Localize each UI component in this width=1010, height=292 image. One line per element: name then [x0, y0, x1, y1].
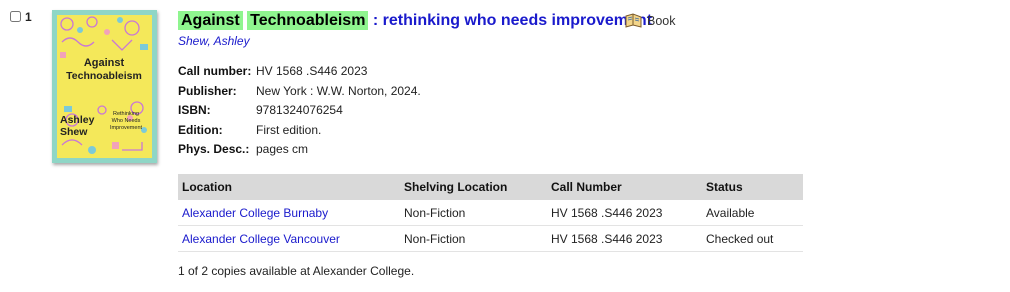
detail-edition: Edition: First edition. — [178, 121, 421, 141]
table-row: Alexander College Vancouver Non-Fiction … — [178, 225, 803, 252]
shelving-location-cell: Non-Fiction — [400, 225, 547, 252]
holdings-header-row: Location Shelving Location Call Number S… — [178, 174, 803, 200]
format-label: Book — [647, 14, 676, 28]
select-result-checkbox[interactable] — [10, 11, 21, 22]
title-highlight-word-1[interactable]: Against — [178, 11, 243, 30]
location-cell: Alexander College Vancouver — [178, 225, 400, 252]
author-link[interactable]: Shew, Ashley — [178, 34, 250, 48]
detail-value: 9781324076254 — [256, 103, 343, 117]
detail-label: Call number: — [178, 64, 252, 78]
shelving-location-cell: Non-Fiction — [400, 200, 547, 226]
cover-subtitle-line2: Who Needs — [112, 118, 141, 124]
detail-call-number: Call number: HV 1568 .S446 2023 — [178, 62, 421, 82]
availability-summary: 1 of 2 copies available at Alexander Col… — [178, 264, 415, 278]
detail-label: Publisher: — [178, 83, 237, 98]
location-link[interactable]: Alexander College Burnaby — [182, 206, 328, 220]
column-header-shelving-location: Shelving Location — [400, 174, 547, 200]
record-title[interactable]: Against Technoableism : rethinking who n… — [178, 10, 652, 32]
detail-phys-desc: Phys. Desc.: pages cm — [178, 140, 421, 160]
cover-title-line1: Against — [84, 57, 125, 69]
status-cell: Available — [702, 200, 803, 226]
detail-label: Phys. Desc.: — [178, 142, 250, 156]
cover-author-line1: Ashley — [60, 114, 95, 126]
status-cell: Checked out — [702, 225, 803, 252]
call-number-cell: HV 1568 .S446 2023 — [547, 225, 702, 252]
detail-isbn: ISBN: 9781324076254 — [178, 101, 421, 121]
cover-author-line2: Shew — [60, 126, 88, 138]
cover-subtitle-line1: Rethinking — [113, 111, 139, 117]
detail-label: ISBN: — [178, 103, 211, 117]
book-icon — [625, 13, 642, 28]
detail-value: First edition. — [256, 122, 322, 137]
title-highlight-word-2[interactable]: Technoableism — [247, 11, 369, 30]
detail-publisher: Publisher: New York : W.W. Norton, 2024. — [178, 82, 421, 102]
holdings-table: Location Shelving Location Call Number S… — [178, 174, 803, 252]
record-details: Call number: HV 1568 .S446 2023 Publishe… — [178, 62, 421, 160]
result-number: 1 — [25, 10, 32, 24]
column-header-location: Location — [178, 174, 400, 200]
format-indicator: Book — [625, 13, 676, 29]
cover-title-line2: Technoableism — [66, 70, 142, 82]
detail-value: New York : W.W. Norton, 2024. — [256, 83, 421, 98]
book-cover-image[interactable]: Against Technoableism Ashley Shew Rethin… — [52, 10, 157, 163]
detail-label: Edition: — [178, 122, 223, 137]
cover-subtitle-line3: Improvement — [110, 125, 143, 131]
detail-value: HV 1568 .S446 2023 — [256, 64, 368, 78]
location-cell: Alexander College Burnaby — [178, 200, 400, 226]
column-header-call-number: Call Number — [547, 174, 702, 200]
location-link[interactable]: Alexander College Vancouver — [182, 232, 340, 246]
detail-value: pages cm — [256, 142, 309, 156]
title-subtitle-link[interactable]: : rethinking who needs improvement — [373, 12, 652, 29]
column-header-status: Status — [702, 174, 803, 200]
table-row: Alexander College Burnaby Non-Fiction HV… — [178, 200, 803, 226]
call-number-cell: HV 1568 .S446 2023 — [547, 200, 702, 226]
